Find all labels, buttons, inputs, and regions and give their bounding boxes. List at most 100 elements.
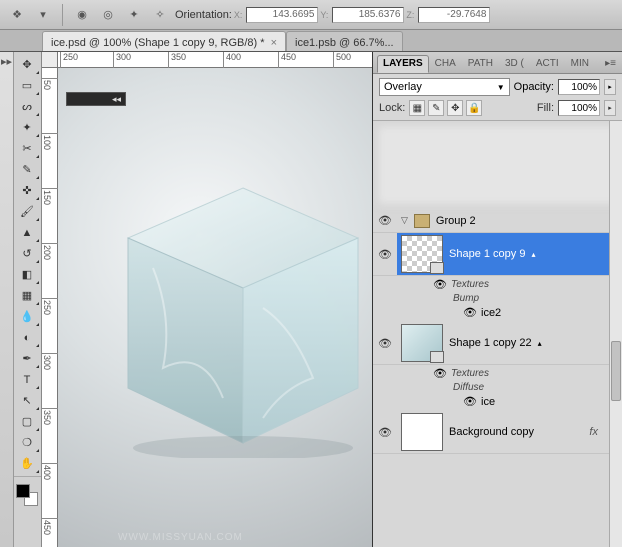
doc-tab-label: ice1.psb @ 66.7%... <box>295 37 394 49</box>
visibility-icon[interactable]: 👁 <box>433 278 445 291</box>
lasso-tool[interactable]: ᔕ <box>14 96 40 117</box>
color-swatches[interactable] <box>14 482 40 508</box>
doc-tab-inactive[interactable]: ice1.psb @ 66.7%... <box>286 31 403 51</box>
layer-shape-22[interactable]: 👁 Shape 1 copy 22 ▴ <box>373 322 622 365</box>
mesh-icon-2[interactable]: ◎ <box>97 4 119 26</box>
type-tool[interactable]: T <box>14 369 40 390</box>
expand-icon[interactable]: ▸▸ <box>1 56 13 66</box>
x-label: X: <box>234 10 243 20</box>
layer-name[interactable]: Group 2 <box>436 215 476 227</box>
doc-tab-label: ice.psd @ 100% (Shape 1 copy 9, RGB/8) * <box>51 37 265 49</box>
visibility-icon[interactable]: 👁 <box>373 337 397 350</box>
3d-tool[interactable]: ❍ <box>14 432 40 453</box>
layer-name[interactable]: Shape 1 copy 9 <box>449 248 525 260</box>
orientation-label: Orientation: <box>175 9 232 21</box>
move-tool[interactable]: ✥ <box>14 54 40 75</box>
blurred-layers <box>377 125 618 205</box>
layer-group[interactable]: 👁 ▽ Group 2 <box>373 209 622 233</box>
layer-shape-9[interactable]: 👁 Shape 1 copy 9 ▴ <box>373 233 622 276</box>
layer-sublist: 👁Textures Diffuse 👁ice <box>373 365 622 411</box>
layer-name[interactable]: Shape 1 copy 22 <box>449 337 532 349</box>
layer-thumbnail[interactable] <box>401 235 443 273</box>
panel-collapse-strip[interactable]: ▸▸ <box>0 52 14 547</box>
tab-actions[interactable]: ACTI <box>530 55 565 73</box>
canvas-widget[interactable]: ◂◂ <box>66 92 126 106</box>
visibility-icon[interactable]: 👁 <box>373 214 397 227</box>
dropdown-caret-icon[interactable]: ▾ <box>32 4 54 26</box>
eyedropper-tool[interactable]: ✎ <box>14 159 40 180</box>
history-brush-tool[interactable]: ↺ <box>14 243 40 264</box>
tool-preset-icon[interactable]: ❖ <box>6 4 28 26</box>
layers-panel: LAYERS CHA PATH 3D ( ACTI MIN ▸≡ Overlay… <box>372 52 622 547</box>
ruler-horizontal[interactable]: 250 300 350 400 450 500 <box>58 52 372 68</box>
doc-tab-active[interactable]: ice.psd @ 100% (Shape 1 copy 9, RGB/8) *… <box>42 31 286 51</box>
collapse-icon[interactable]: ▴ <box>531 250 535 259</box>
brush-tool[interactable]: 🖌 <box>14 201 40 222</box>
texture-name[interactable]: ice <box>481 396 495 408</box>
blur-tool[interactable]: 💧 <box>14 306 40 327</box>
separator <box>62 4 63 26</box>
wand-tool[interactable]: ✦ <box>14 117 40 138</box>
path-tool[interactable]: ↖ <box>14 390 40 411</box>
scrollbar[interactable] <box>609 121 622 547</box>
mesh-icon-1[interactable]: ◉ <box>71 4 93 26</box>
workarea: ▸▸ ✥ ▭ ᔕ ✦ ✂ ✎ ✜ 🖌 ▲ ↺ ◧ ▦ 💧 ◐ ✒ T ↖ ▢ ❍… <box>0 52 622 547</box>
fill-field[interactable] <box>558 100 600 116</box>
visibility-icon[interactable]: 👁 <box>373 426 397 439</box>
visibility-icon[interactable]: 👁 <box>463 395 475 408</box>
marquee-tool[interactable]: ▭ <box>14 75 40 96</box>
layer-thumbnail[interactable] <box>401 324 443 362</box>
ruler-tick: 300 <box>113 52 131 68</box>
tab-paths[interactable]: PATH <box>462 55 499 73</box>
collapse-icon[interactable]: ▴ <box>538 339 542 348</box>
opacity-caret[interactable]: ▸ <box>604 79 616 95</box>
crop-tool[interactable]: ✂ <box>14 138 40 159</box>
opacity-field[interactable] <box>558 79 600 95</box>
z-field[interactable] <box>418 7 490 23</box>
ruler-vertical[interactable]: 50 100 150 200 250 300 350 400 450 <box>42 68 58 547</box>
layers-list: 👁 ▽ Group 2 👁 Shape 1 copy 9 ▴ 👁Textures… <box>373 121 622 547</box>
lock-all-icon[interactable]: 🔒 <box>466 100 482 116</box>
lock-pixels-icon[interactable]: ✎ <box>428 100 444 116</box>
mesh-icon-4[interactable]: ✧ <box>149 4 171 26</box>
visibility-icon[interactable]: 👁 <box>433 367 445 380</box>
layer-controls: Overlay ▼ Opacity: ▸ Lock: ▦ ✎ ✥ 🔒 Fill:… <box>373 74 622 121</box>
tab-channels[interactable]: CHA <box>429 55 462 73</box>
layer-background-copy[interactable]: 👁 Background copy fx ▾ <box>373 411 622 454</box>
disclosure-icon[interactable]: ▽ <box>401 215 408 226</box>
heal-tool[interactable]: ✜ <box>14 180 40 201</box>
mesh-icon-3[interactable]: ✦ <box>123 4 145 26</box>
stamp-tool[interactable]: ▲ <box>14 222 40 243</box>
close-icon[interactable]: × <box>271 37 277 49</box>
texture-name[interactable]: ice2 <box>481 307 501 319</box>
tab-layers[interactable]: LAYERS <box>377 55 429 73</box>
eraser-tool[interactable]: ◧ <box>14 264 40 285</box>
dodge-tool[interactable]: ◐ <box>14 327 40 348</box>
ruler-tick: 100 <box>42 133 58 150</box>
visibility-icon[interactable]: 👁 <box>463 306 475 319</box>
scrollbar-thumb[interactable] <box>611 341 621 401</box>
lock-position-icon[interactable]: ✥ <box>447 100 463 116</box>
ruler-tick: 250 <box>60 52 78 68</box>
fill-caret[interactable]: ▸ <box>604 100 616 116</box>
shape-tool[interactable]: ▢ <box>14 411 40 432</box>
gradient-tool[interactable]: ▦ <box>14 285 40 306</box>
layer-thumbnail[interactable] <box>401 413 443 451</box>
ruler-origin[interactable] <box>42 52 58 68</box>
blend-mode-dropdown[interactable]: Overlay ▼ <box>379 78 510 96</box>
pen-tool[interactable]: ✒ <box>14 348 40 369</box>
rewind-icon[interactable]: ◂◂ <box>112 94 121 105</box>
visibility-icon[interactable]: 👁 <box>373 248 397 261</box>
hand-tool[interactable]: ✋ <box>14 453 40 474</box>
layer-name[interactable]: Background copy <box>449 426 534 438</box>
tab-3d[interactable]: 3D ( <box>499 55 530 73</box>
canvas[interactable]: ◂◂ <box>58 68 372 547</box>
tab-mini[interactable]: MIN <box>565 55 595 73</box>
lock-transparency-icon[interactable]: ▦ <box>409 100 425 116</box>
foreground-color[interactable] <box>16 484 30 498</box>
chevron-down-icon: ▼ <box>497 83 505 92</box>
y-field[interactable] <box>332 7 404 23</box>
x-field[interactable] <box>246 7 318 23</box>
fx-badge[interactable]: fx <box>589 426 598 438</box>
panel-menu-icon[interactable]: ▸≡ <box>599 55 622 73</box>
